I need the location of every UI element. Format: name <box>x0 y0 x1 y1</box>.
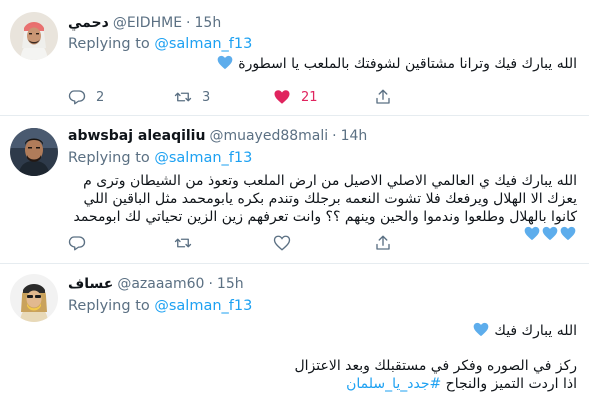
replying-prefix: Replying to <box>68 150 150 166</box>
tweet-text: الله يبارك فيك ركز في الصوره وفكر في مست… <box>67 322 577 393</box>
tweet-actions <box>68 232 488 254</box>
separator-dot: · <box>332 128 337 144</box>
mention-link[interactable]: @salman_f13 <box>154 36 252 52</box>
tweet-text-content: الله يبارك فيك وترانا مشتاقين لشوفتك بال… <box>238 56 577 72</box>
reply-icon <box>68 90 86 105</box>
blue-heart-emoji-icon <box>542 226 558 241</box>
mention-link[interactable]: @salman_f13 <box>154 298 252 314</box>
user-handle[interactable]: @muayed88mali <box>209 128 328 144</box>
tweet[interactable]: abwsbaj aleaqiliu @muayed88mali · 14h Re… <box>0 116 589 264</box>
tweet-actions: 2 3 21 <box>68 86 488 108</box>
retweet-icon <box>174 92 192 102</box>
retweet-button[interactable] <box>174 232 202 254</box>
reply-button[interactable] <box>68 232 96 254</box>
blue-heart-emoji-icon <box>473 322 489 337</box>
tweet-time[interactable]: 14h <box>341 128 368 144</box>
tweet-header: دحمي @EIDHME · 15h <box>68 13 221 33</box>
mention-link[interactable]: @salman_f13 <box>154 150 252 166</box>
avatar[interactable] <box>10 12 58 60</box>
replying-prefix: Replying to <box>68 298 150 314</box>
reply-button[interactable]: 2 <box>68 86 104 108</box>
hashtag-link[interactable]: #جدد_يا_سلمان <box>346 376 441 392</box>
share-icon <box>376 89 390 104</box>
tweet-text-content: اذا اردت التميز والنجاح <box>445 376 577 392</box>
like-button[interactable]: 21 <box>273 86 318 108</box>
tweet-text-content: الله يبارك فيك <box>494 323 577 339</box>
replying-prefix: Replying to <box>68 36 150 52</box>
user-handle[interactable]: @EIDHME <box>113 15 182 31</box>
blue-heart-emoji-icon <box>217 55 233 70</box>
share-button[interactable] <box>374 86 392 108</box>
like-count: 21 <box>301 89 318 105</box>
share-icon <box>376 235 390 250</box>
like-icon <box>273 235 291 251</box>
tweet[interactable]: عساف @azaaam60 · 15h Replying to @salman… <box>0 264 589 405</box>
replying-to: Replying to @salman_f13 <box>68 298 252 314</box>
retweet-button[interactable]: 3 <box>174 86 210 108</box>
reply-icon <box>68 236 86 251</box>
tweet-text-line: اذا اردت التميز والنجاح #جدد_يا_سلمان <box>67 375 577 393</box>
retweet-icon <box>174 238 192 248</box>
reply-count: 2 <box>96 89 105 105</box>
retweet-count: 3 <box>202 89 211 105</box>
blue-heart-emoji-icon <box>560 226 576 241</box>
separator-dot: · <box>186 15 191 31</box>
like-icon <box>274 90 290 104</box>
separator-dot: · <box>208 276 213 292</box>
display-name[interactable]: abwsbaj aleaqiliu <box>68 128 205 144</box>
tweet-text-content: الله يبارك فيك ي العالمي الاصلي الاصيل م… <box>73 173 577 225</box>
avatar[interactable] <box>10 274 58 322</box>
tweet-header: عساف @azaaam60 · 15h <box>68 274 244 294</box>
share-button[interactable] <box>374 232 392 254</box>
tweet-text-line: الله يبارك فيك <box>67 322 577 340</box>
replying-to: Replying to @salman_f13 <box>68 36 252 52</box>
tweet[interactable]: دحمي @EIDHME · 15h Replying to @salman_f… <box>0 0 589 116</box>
avatar[interactable] <box>10 128 58 176</box>
replying-to: Replying to @salman_f13 <box>68 150 252 166</box>
tweet-header: abwsbaj aleaqiliu @muayed88mali · 14h <box>68 126 367 146</box>
tweet-time[interactable]: 15h <box>217 276 244 292</box>
user-handle[interactable]: @azaaam60 <box>117 276 204 292</box>
like-button[interactable] <box>273 232 301 254</box>
tweet-text: الله يبارك فيك وترانا مشتاقين لشوفتك بال… <box>72 55 577 73</box>
tweet-time[interactable]: 15h <box>195 15 222 31</box>
display-name[interactable]: عساف <box>68 276 113 292</box>
tweet-text-line: ركز في الصوره وفكر في مستقبلك وبعد الاعت… <box>294 358 577 374</box>
blue-heart-emoji-icon <box>524 226 540 241</box>
display-name[interactable]: دحمي <box>68 15 109 31</box>
